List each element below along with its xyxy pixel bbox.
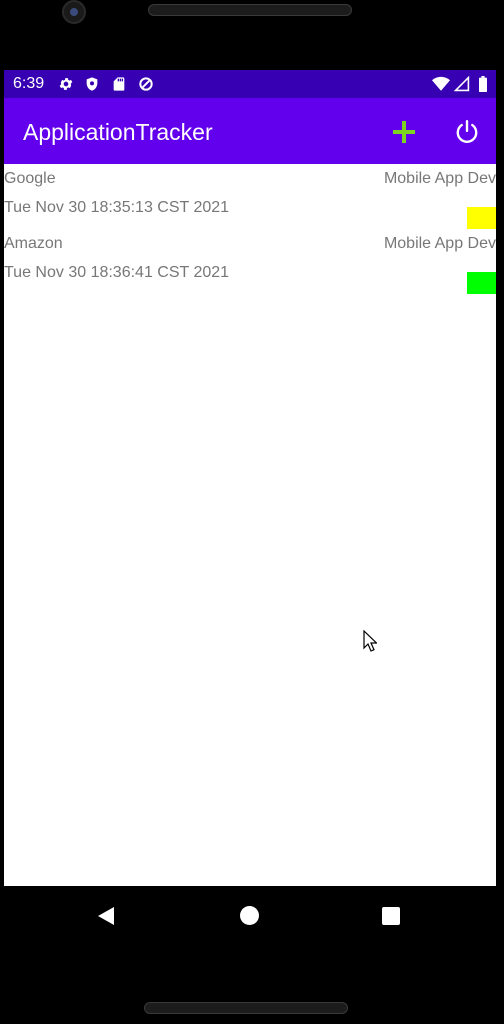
device-screen: 6:39 ApplicationTracker Google Mobile Ap… (4, 70, 496, 886)
status-color-swatch (467, 207, 496, 229)
status-color-swatch (467, 272, 496, 294)
application-date: Tue Nov 30 18:36:41 CST 2021 (4, 264, 230, 281)
shield-icon (86, 77, 98, 91)
bottom-speaker (144, 1002, 348, 1014)
company-name: Amazon (4, 235, 63, 252)
list-item[interactable]: Google Mobile App Dev Tue Nov 30 18:35:1… (4, 164, 496, 229)
company-name: Google (4, 170, 56, 187)
home-circle-icon[interactable] (240, 906, 259, 925)
app-bar: ApplicationTracker (4, 98, 496, 164)
gear-icon (59, 78, 73, 90)
status-bar: 6:39 (4, 70, 496, 98)
add-application-button[interactable] (388, 118, 420, 146)
front-camera (62, 0, 86, 24)
logout-button[interactable] (451, 116, 483, 148)
sd-card-icon (113, 77, 125, 91)
top-speaker (148, 4, 352, 16)
plus-icon (393, 121, 415, 143)
application-list: Google Mobile App Dev Tue Nov 30 18:35:1… (4, 164, 496, 294)
navigation-bar (0, 886, 504, 946)
status-time: 6:39 (13, 75, 45, 92)
data-saver-icon (139, 77, 153, 91)
mouse-cursor-icon (363, 630, 377, 652)
power-icon (456, 119, 478, 143)
position-title: Mobile App Dev (383, 235, 496, 252)
battery-icon (479, 76, 487, 92)
back-triangle-icon[interactable] (96, 906, 116, 926)
recents-square-icon[interactable] (382, 907, 400, 925)
cell-signal-icon (454, 76, 470, 92)
app-title: ApplicationTracker (23, 119, 213, 145)
application-date: Tue Nov 30 18:35:13 CST 2021 (4, 199, 230, 216)
wifi-icon (432, 76, 450, 91)
position-title: Mobile App Dev (383, 170, 496, 187)
list-item[interactable]: Amazon Mobile App Dev Tue Nov 30 18:36:4… (4, 229, 496, 294)
